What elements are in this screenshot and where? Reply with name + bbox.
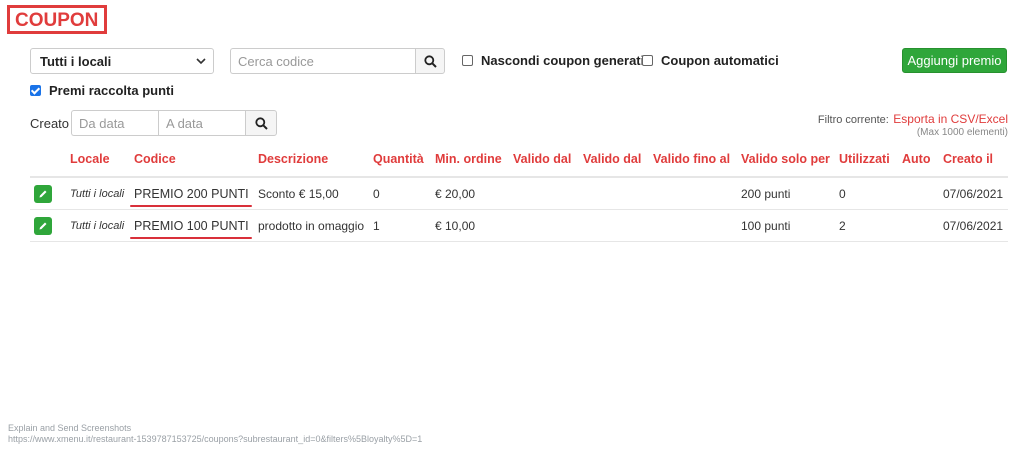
date-range-group: Da data A data: [71, 110, 277, 136]
cell-quantity: 0: [369, 177, 431, 210]
location-select-value: Tutti i locali: [40, 54, 112, 69]
col-header-quantity[interactable]: Quantità: [369, 148, 431, 178]
export-limit-note: (Max 1000 elementi): [916, 127, 1008, 138]
cell-locale: Tutti i locali: [66, 209, 130, 242]
automatic-coupons-checkbox[interactable]: Coupon automatici: [642, 53, 779, 68]
hide-generated-checkbox[interactable]: Nascondi coupon generati: [462, 53, 644, 68]
pencil-icon: [39, 222, 47, 229]
table-row: Tutti i locali PREMIO 200 PUNTI Sconto €…: [30, 177, 1008, 210]
col-header-code[interactable]: Codice: [130, 148, 254, 178]
col-header-min-order[interactable]: Min. ordine: [431, 148, 509, 178]
cell-valid-from: [509, 177, 579, 210]
automatic-coupons-box[interactable]: [642, 55, 653, 66]
cell-code: PREMIO 200 PUNTI: [134, 186, 249, 201]
code-search-placeholder: Cerca codice: [238, 54, 314, 69]
cell-auto: [898, 209, 939, 242]
cell-used: 0: [835, 177, 898, 210]
edit-button[interactable]: [34, 216, 52, 235]
cell-created: 07/06/2021: [939, 177, 1008, 210]
date-from-placeholder: Da data: [79, 116, 125, 131]
table-row: Tutti i locali PREMIO 100 PUNTI prodotto…: [30, 209, 1008, 242]
points-rewards-label: Premi raccolta punti: [49, 83, 174, 98]
points-rewards-checkbox[interactable]: Premi raccolta punti: [30, 83, 174, 98]
col-header-valid-until[interactable]: Valido fino al: [649, 148, 737, 178]
cell-auto: [898, 177, 939, 210]
date-to-placeholder: A data: [166, 116, 203, 131]
col-header-created[interactable]: Creato il: [939, 148, 1008, 178]
pencil-icon: [39, 190, 47, 197]
automatic-coupons-label: Coupon automatici: [661, 53, 779, 68]
page-title: COUPON: [15, 10, 99, 31]
screenshot-footer: Explain and Send Screenshots https://www…: [8, 423, 422, 445]
add-reward-button[interactable]: Aggiungi premio: [902, 48, 1007, 73]
col-header-valid-from-2[interactable]: Valido dal: [579, 148, 649, 178]
coupons-table: Locale Codice Descrizione Quantità Min. …: [30, 148, 1008, 242]
cell-valid-from-2: [579, 177, 649, 210]
cell-description: prodotto in omaggio: [254, 209, 369, 242]
cell-valid-only-for: 100 punti: [737, 209, 835, 242]
code-search-group: Cerca codice: [230, 48, 445, 74]
cell-locale: Tutti i locali: [66, 177, 130, 210]
search-icon: [423, 54, 437, 68]
cell-valid-from: [509, 209, 579, 242]
cell-valid-until: [649, 209, 737, 242]
chevron-down-icon: [196, 58, 206, 65]
current-filter-label: Filtro corrente:: [817, 114, 889, 126]
cell-created: 07/06/2021: [939, 209, 1008, 242]
date-to-input[interactable]: A data: [158, 110, 245, 136]
cell-used: 2: [835, 209, 898, 242]
cell-valid-until: [649, 177, 737, 210]
cell-valid-only-for: 200 punti: [737, 177, 835, 210]
col-header-valid-only-for[interactable]: Valido solo per: [737, 148, 835, 178]
export-csv-link[interactable]: Esporta in CSV/Excel: [893, 112, 1008, 126]
created-label: Creato: [30, 116, 70, 131]
export-info: Filtro corrente: Esporta in CSV/Excel (M…: [818, 110, 1008, 138]
col-header-auto[interactable]: Auto: [898, 148, 939, 178]
code-search-input[interactable]: Cerca codice: [230, 48, 415, 74]
cell-description: Sconto € 15,00: [254, 177, 369, 210]
cell-quantity: 1: [369, 209, 431, 242]
cell-min-order: € 20,00: [431, 177, 509, 210]
hide-generated-label: Nascondi coupon generati: [481, 53, 645, 68]
page-title-box: COUPON: [7, 5, 107, 34]
col-header-valid-from[interactable]: Valido dal: [509, 148, 579, 178]
table-header-row: Locale Codice Descrizione Quantità Min. …: [30, 148, 1008, 178]
points-rewards-box[interactable]: [30, 85, 41, 96]
hide-generated-box[interactable]: [462, 55, 473, 66]
highlight-underline: [130, 205, 252, 207]
footer-caption: Explain and Send Screenshots: [8, 423, 132, 433]
col-header-locale[interactable]: Locale: [66, 148, 130, 178]
edit-button[interactable]: [34, 184, 52, 203]
col-header-used[interactable]: Utilizzati: [835, 148, 898, 178]
location-select[interactable]: Tutti i locali: [30, 48, 214, 74]
date-from-input[interactable]: Da data: [71, 110, 158, 136]
col-header-description[interactable]: Descrizione: [254, 148, 369, 178]
footer-url: https://www.xmenu.it/restaurant-15397871…: [8, 434, 423, 444]
date-search-button[interactable]: [245, 110, 277, 136]
cell-code: PREMIO 100 PUNTI: [134, 218, 249, 233]
cell-min-order: € 10,00: [431, 209, 509, 242]
search-icon: [254, 116, 268, 130]
code-search-button[interactable]: [415, 48, 445, 74]
cell-valid-from-2: [579, 209, 649, 242]
col-header-actions: [30, 148, 66, 178]
highlight-underline: [130, 237, 252, 239]
